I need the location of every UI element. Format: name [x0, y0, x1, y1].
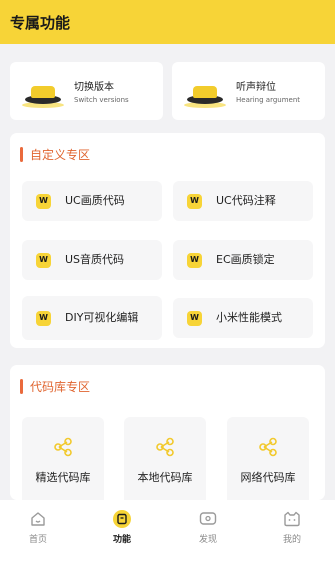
custom-section: 自定义专区 W UC画质代码 W UC代码注释 W US音质代码 W EC画质锁…	[10, 133, 325, 348]
tab-home[interactable]: 首页	[8, 510, 68, 545]
w-badge-icon: W	[36, 252, 51, 268]
section-header: 代码库专区	[10, 365, 325, 395]
section-accent-bar	[20, 147, 23, 162]
tab-label: 首页	[28, 535, 47, 545]
tab-function[interactable]: 功能	[92, 510, 152, 545]
uc-quality-code-button[interactable]: W UC画质代码	[22, 181, 162, 221]
share-icon	[54, 437, 72, 457]
button-label: EC画质锁定	[216, 253, 275, 266]
section-header: 自定义专区	[10, 133, 325, 163]
section-title: 自定义专区	[30, 148, 91, 162]
bottom-tab-bar: 首页 功能 发现 我的	[0, 500, 335, 578]
share-icon	[259, 437, 277, 457]
tab-label: 功能	[112, 535, 131, 545]
card-label: 本地代码库	[137, 471, 193, 484]
code-library-section: 代码库专区 精选代码库 本地代码库 网络代码库	[10, 365, 325, 500]
section-accent-bar	[20, 379, 23, 394]
tab-label: 我的	[282, 535, 301, 545]
button-label: 小米性能模式	[216, 311, 282, 324]
ec-quality-lock-button[interactable]: W EC画质锁定	[173, 240, 313, 280]
switch-versions-card[interactable]: 切换版本 Switch versions	[10, 62, 163, 120]
top-cards: 切换版本 Switch versions 听声辩位 Hearing argume…	[10, 62, 325, 120]
page-title: 专属功能	[10, 13, 71, 32]
xiaomi-performance-button[interactable]: W 小米性能模式	[173, 298, 313, 338]
diy-visual-edit-button[interactable]: W DIY可视化编辑	[22, 296, 162, 340]
tab-discover[interactable]: 发现	[178, 510, 238, 545]
stage-icon	[22, 74, 64, 108]
share-icon	[156, 437, 174, 457]
w-badge-icon: W	[187, 310, 202, 326]
tab-profile[interactable]: 我的	[262, 510, 322, 545]
w-badge-icon: W	[36, 310, 51, 326]
button-label: US音质代码	[65, 253, 125, 266]
card-label: 精选代码库	[35, 471, 91, 484]
section-title: 代码库专区	[30, 380, 91, 394]
card-label: 网络代码库	[240, 471, 296, 484]
button-label: UC代码注释	[216, 194, 276, 207]
card-subtitle: Hearing argument	[236, 96, 301, 104]
function-icon	[113, 510, 131, 528]
local-library-card[interactable]: 本地代码库	[124, 417, 206, 500]
profile-icon	[283, 510, 301, 528]
card-subtitle: Switch versions	[74, 96, 129, 104]
app-header: 专属功能	[0, 0, 335, 44]
button-label: DIY可视化编辑	[65, 311, 139, 324]
card-title: 听声辩位	[236, 82, 276, 93]
tab-label: 发现	[198, 535, 217, 545]
network-library-card[interactable]: 网络代码库	[227, 417, 309, 500]
w-badge-icon: W	[36, 193, 51, 209]
button-label: UC画质代码	[65, 194, 125, 207]
featured-library-card[interactable]: 精选代码库	[22, 417, 104, 500]
w-badge-icon: W	[187, 193, 202, 209]
uc-code-comment-button[interactable]: W UC代码注释	[173, 181, 313, 221]
hearing-argument-card[interactable]: 听声辩位 Hearing argument	[172, 62, 325, 120]
discover-icon	[199, 510, 217, 528]
card-title: 切换版本	[74, 82, 114, 93]
us-audio-code-button[interactable]: W US音质代码	[22, 240, 162, 280]
stage-icon	[184, 74, 226, 108]
w-badge-icon: W	[187, 252, 202, 268]
home-icon	[29, 510, 47, 528]
